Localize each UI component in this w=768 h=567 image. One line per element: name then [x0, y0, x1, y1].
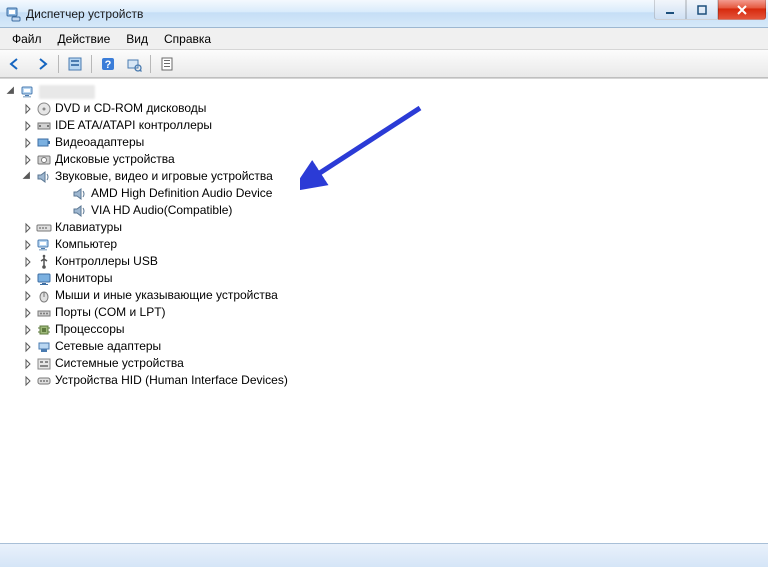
tree-category-label: Процессоры [55, 321, 125, 338]
tree-category-label: Клавиатуры [55, 219, 122, 236]
tree-category-label: DVD и CD-ROM дисководы [55, 100, 206, 117]
titlebar: Диспетчер устройств [0, 0, 768, 28]
tree-category[interactable]: Мониторы [4, 270, 768, 287]
tree-device[interactable]: VIA HD Audio(Compatible) [4, 202, 768, 219]
twisty-expanded-icon[interactable] [22, 171, 34, 183]
tree-category-label: Компьютер [55, 236, 117, 253]
toolbar: ? [0, 50, 768, 78]
tree-category[interactable]: Процессоры [4, 321, 768, 338]
twisty-collapsed-icon[interactable] [22, 120, 34, 132]
twisty-collapsed-icon[interactable] [22, 239, 34, 251]
system-icon [36, 356, 52, 372]
twisty-collapsed-icon[interactable] [22, 256, 34, 268]
forward-button[interactable] [30, 53, 54, 75]
twisty-collapsed-icon[interactable] [22, 324, 34, 336]
app-icon [6, 6, 22, 22]
close-button[interactable] [718, 0, 766, 20]
tree-category-label: Мыши и иные указывающие устройства [55, 287, 278, 304]
tree-category-label: IDE ATA/ATAPI контроллеры [55, 117, 212, 134]
twisty-collapsed-icon[interactable] [22, 375, 34, 387]
twisty-collapsed-icon[interactable] [22, 290, 34, 302]
svg-text:?: ? [105, 59, 112, 71]
root-node-label [39, 85, 95, 99]
toolbar-separator [91, 55, 92, 73]
minimize-button[interactable] [654, 0, 686, 20]
tree-root[interactable] [4, 83, 768, 100]
twisty-collapsed-icon[interactable] [22, 341, 34, 353]
tree-category-label: Видеоадаптеры [55, 134, 144, 151]
sound-icon [36, 169, 52, 185]
window-controls [654, 0, 766, 20]
tree-category[interactable]: Компьютер [4, 236, 768, 253]
tree-category-label: Контроллеры USB [55, 253, 158, 270]
menubar: Файл Действие Вид Справка [0, 28, 768, 50]
tree-category[interactable]: Системные устройства [4, 355, 768, 372]
tree-category[interactable]: Сетевые адаптеры [4, 338, 768, 355]
back-button[interactable] [4, 53, 28, 75]
help-button[interactable]: ? [96, 53, 120, 75]
twisty-collapsed-icon[interactable] [22, 154, 34, 166]
tree-category[interactable]: Порты (COM и LPT) [4, 304, 768, 321]
twisty-collapsed-icon[interactable] [22, 103, 34, 115]
tree-category[interactable]: Дисковые устройства [4, 151, 768, 168]
sound-icon [72, 186, 88, 202]
tree-device-label: AMD High Definition Audio Device [91, 185, 272, 202]
menu-help[interactable]: Справка [156, 29, 219, 49]
tree-device-label: VIA HD Audio(Compatible) [91, 202, 232, 219]
computer-icon [36, 237, 52, 253]
disk-drive-icon [36, 152, 52, 168]
cpu-icon [36, 322, 52, 338]
menu-file[interactable]: Файл [4, 29, 50, 49]
computer-icon [20, 84, 36, 100]
port-icon [36, 305, 52, 321]
tree-category[interactable]: IDE ATA/ATAPI контроллеры [4, 117, 768, 134]
twisty-collapsed-icon[interactable] [22, 307, 34, 319]
twisty-collapsed-icon[interactable] [22, 137, 34, 149]
window-title: Диспетчер устройств [26, 7, 143, 21]
tree-category[interactable]: Мыши и иные указывающие устройства [4, 287, 768, 304]
tree-category[interactable]: DVD и CD-ROM дисководы [4, 100, 768, 117]
twisty-none [58, 205, 70, 217]
tree-category[interactable]: Видеоадаптеры [4, 134, 768, 151]
display-adapter-icon [36, 135, 52, 151]
sound-icon [72, 203, 88, 219]
monitor-icon [36, 271, 52, 287]
show-hidden-button[interactable] [63, 53, 87, 75]
twisty-collapsed-icon[interactable] [22, 222, 34, 234]
hid-icon [36, 373, 52, 389]
toolbar-separator [58, 55, 59, 73]
menu-view[interactable]: Вид [118, 29, 156, 49]
device-tree-pane[interactable]: DVD и CD-ROM дисководыIDE ATA/ATAPI конт… [0, 78, 768, 541]
tree-category-label: Сетевые адаптеры [55, 338, 161, 355]
tree-category-label: Системные устройства [55, 355, 184, 372]
maximize-button[interactable] [686, 0, 718, 20]
ide-controller-icon [36, 118, 52, 134]
tree-category-label: Порты (COM и LPT) [55, 304, 166, 321]
twisty-collapsed-icon[interactable] [22, 273, 34, 285]
tree-category[interactable]: Клавиатуры [4, 219, 768, 236]
tree-category-label: Звуковые, видео и игровые устройства [55, 168, 273, 185]
usb-icon [36, 254, 52, 270]
tree-device[interactable]: AMD High Definition Audio Device [4, 185, 768, 202]
network-icon [36, 339, 52, 355]
tree-category[interactable]: Устройства HID (Human Interface Devices) [4, 372, 768, 389]
optical-drive-icon [36, 101, 52, 117]
toolbar-separator [150, 55, 151, 73]
scan-hardware-button[interactable] [122, 53, 146, 75]
tree-category-label: Устройства HID (Human Interface Devices) [55, 372, 288, 389]
tree-category-label: Дисковые устройства [55, 151, 175, 168]
keyboard-icon [36, 220, 52, 236]
mouse-icon [36, 288, 52, 304]
tree-category[interactable]: Звуковые, видео и игровые устройства [4, 168, 768, 185]
status-bar [0, 543, 768, 567]
twisty-collapsed-icon[interactable] [22, 358, 34, 370]
tree-category-label: Мониторы [55, 270, 112, 287]
twisty-expanded-icon[interactable] [6, 86, 18, 98]
twisty-none [58, 188, 70, 200]
tree-category[interactable]: Контроллеры USB [4, 253, 768, 270]
properties-button[interactable] [155, 53, 179, 75]
menu-action[interactable]: Действие [50, 29, 119, 49]
